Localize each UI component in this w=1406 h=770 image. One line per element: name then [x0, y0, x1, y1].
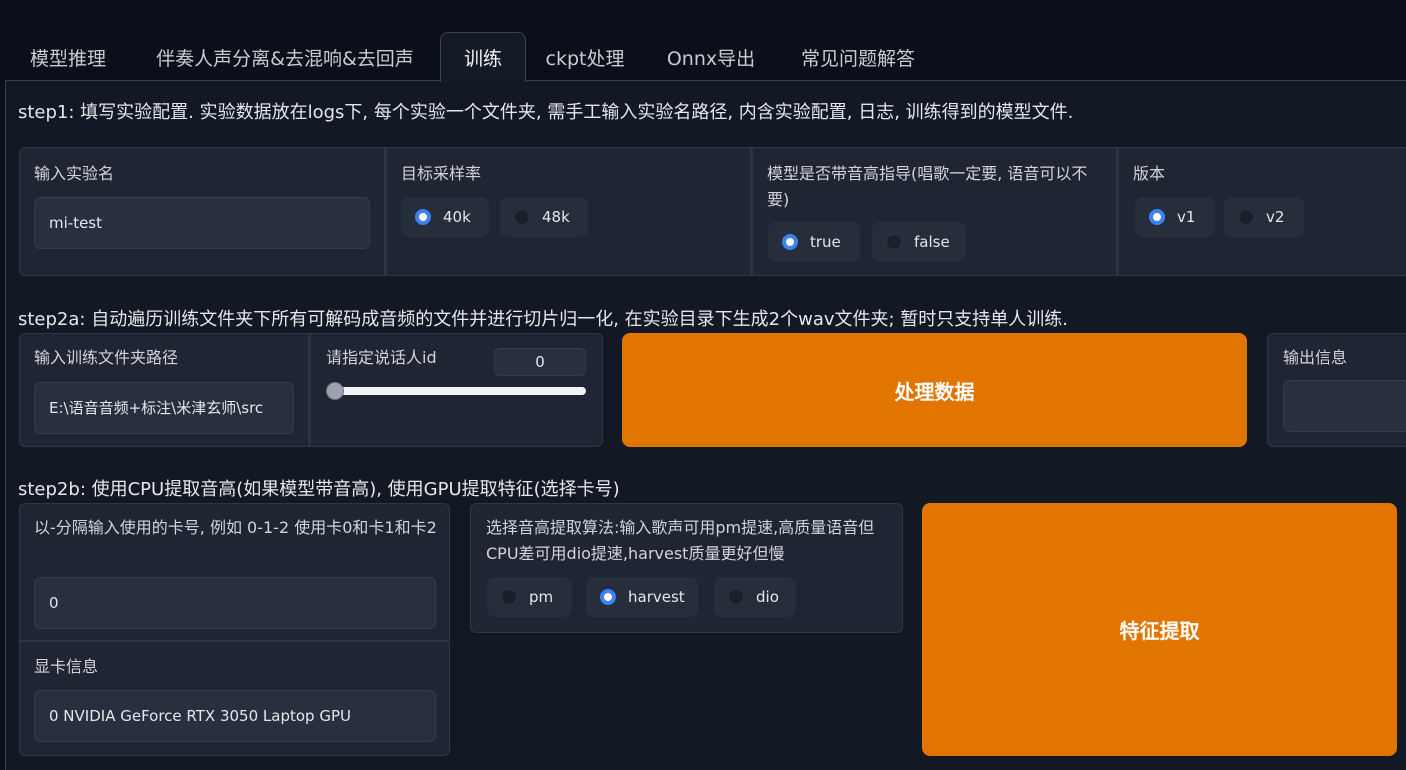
- divider: [384, 148, 387, 275]
- radio-selected-icon: [600, 589, 616, 605]
- radio-selected-icon: [1149, 209, 1165, 225]
- radio-40k[interactable]: 40k: [401, 197, 489, 237]
- radio-false[interactable]: false: [872, 222, 966, 262]
- radio-label: v1: [1177, 208, 1196, 226]
- divider: [1116, 148, 1119, 275]
- radio-unselected-icon: [728, 589, 744, 605]
- exp-name-label: 输入实验名: [34, 164, 115, 183]
- output-info-textbox[interactable]: [1283, 380, 1406, 432]
- tab-bar: 模型推理 伴奏人声分离&去混响&去回声 训练 ckpt处理 Onnx导出 常见问…: [0, 0, 1406, 82]
- process-data-button[interactable]: 处理数据: [622, 333, 1247, 447]
- exp-name-input[interactable]: mi-test: [34, 197, 370, 249]
- radio-label: false: [914, 233, 950, 251]
- radio-label: 48k: [542, 208, 570, 226]
- gpu-ids-label: 以-分隔输入使用的卡号, 例如 0-1-2 使用卡0和卡1和卡2: [34, 518, 437, 537]
- tab-onnx[interactable]: Onnx导出: [654, 32, 768, 82]
- radio-unselected-icon: [501, 589, 517, 605]
- f0-method-label: 选择音高提取算法:输入歌声可用pm提速,高质量语音但CPU差可用dio提速,ha…: [486, 518, 875, 563]
- radio-pm[interactable]: pm: [487, 577, 572, 617]
- tab-vocal-separation[interactable]: 伴奏人声分离&去混响&去回声: [140, 32, 430, 82]
- tab-ckpt[interactable]: ckpt处理: [534, 32, 636, 82]
- pitch-guidance-label: 模型是否带音高指导(唱歌一定要, 语音可以不要): [767, 164, 1088, 209]
- gpu-info-textbox[interactable]: 0 NVIDIA GeForce RTX 3050 Laptop GPU: [34, 690, 436, 742]
- radio-v1[interactable]: v1: [1135, 197, 1215, 237]
- radio-label: harvest: [628, 588, 685, 606]
- speaker-id-label: 请指定说话人id: [326, 348, 437, 367]
- radio-label: 40k: [443, 208, 471, 226]
- train-folder-input[interactable]: E:\语音音频+标注\米津玄师\src: [34, 382, 294, 434]
- gpu-ids-input[interactable]: 0: [34, 577, 436, 629]
- radio-dio[interactable]: dio: [714, 577, 796, 617]
- output-info-label: 输出信息: [1283, 348, 1348, 367]
- tab-faq[interactable]: 常见问题解答: [784, 32, 932, 82]
- sample-rate-label: 目标采样率: [401, 164, 482, 183]
- radio-unselected-icon: [1238, 209, 1254, 225]
- step2b-description: step2b: 使用CPU提取音高(如果模型带音高), 使用GPU提取特征(选择…: [18, 479, 620, 500]
- slider-handle[interactable]: [326, 382, 344, 400]
- speaker-id-slider[interactable]: [330, 387, 586, 395]
- gpu-info-label: 显卡信息: [34, 657, 99, 676]
- radio-v2[interactable]: v2: [1224, 197, 1304, 237]
- train-folder-label: 输入训练文件夹路径: [34, 348, 179, 367]
- radio-label: pm: [529, 588, 554, 606]
- step1-description: step1: 填写实验配置. 实验数据放在logs下, 每个实验一个文件夹, 需…: [18, 102, 1074, 123]
- radio-label: v2: [1266, 208, 1285, 226]
- radio-selected-icon: [782, 234, 798, 250]
- speaker-id-number[interactable]: 0: [494, 348, 586, 376]
- tab-model-inference[interactable]: 模型推理: [14, 32, 122, 82]
- version-label: 版本: [1133, 164, 1166, 183]
- radio-selected-icon: [415, 209, 431, 225]
- radio-harvest[interactable]: harvest: [586, 577, 698, 617]
- divider: [20, 640, 449, 642]
- step2a-description: step2a: 自动遍历训练文件夹下所有可解码成音频的文件并进行切片归一化, 在…: [18, 309, 1069, 330]
- radio-true[interactable]: true: [768, 222, 860, 262]
- radio-unselected-icon: [514, 209, 530, 225]
- tab-train[interactable]: 训练: [440, 32, 526, 82]
- radio-label: dio: [756, 588, 779, 606]
- extract-features-button[interactable]: 特征提取: [922, 503, 1397, 756]
- divider: [750, 148, 753, 275]
- radio-label: true: [810, 233, 841, 251]
- radio-unselected-icon: [886, 234, 902, 250]
- divider: [308, 334, 311, 446]
- radio-48k[interactable]: 48k: [500, 197, 588, 237]
